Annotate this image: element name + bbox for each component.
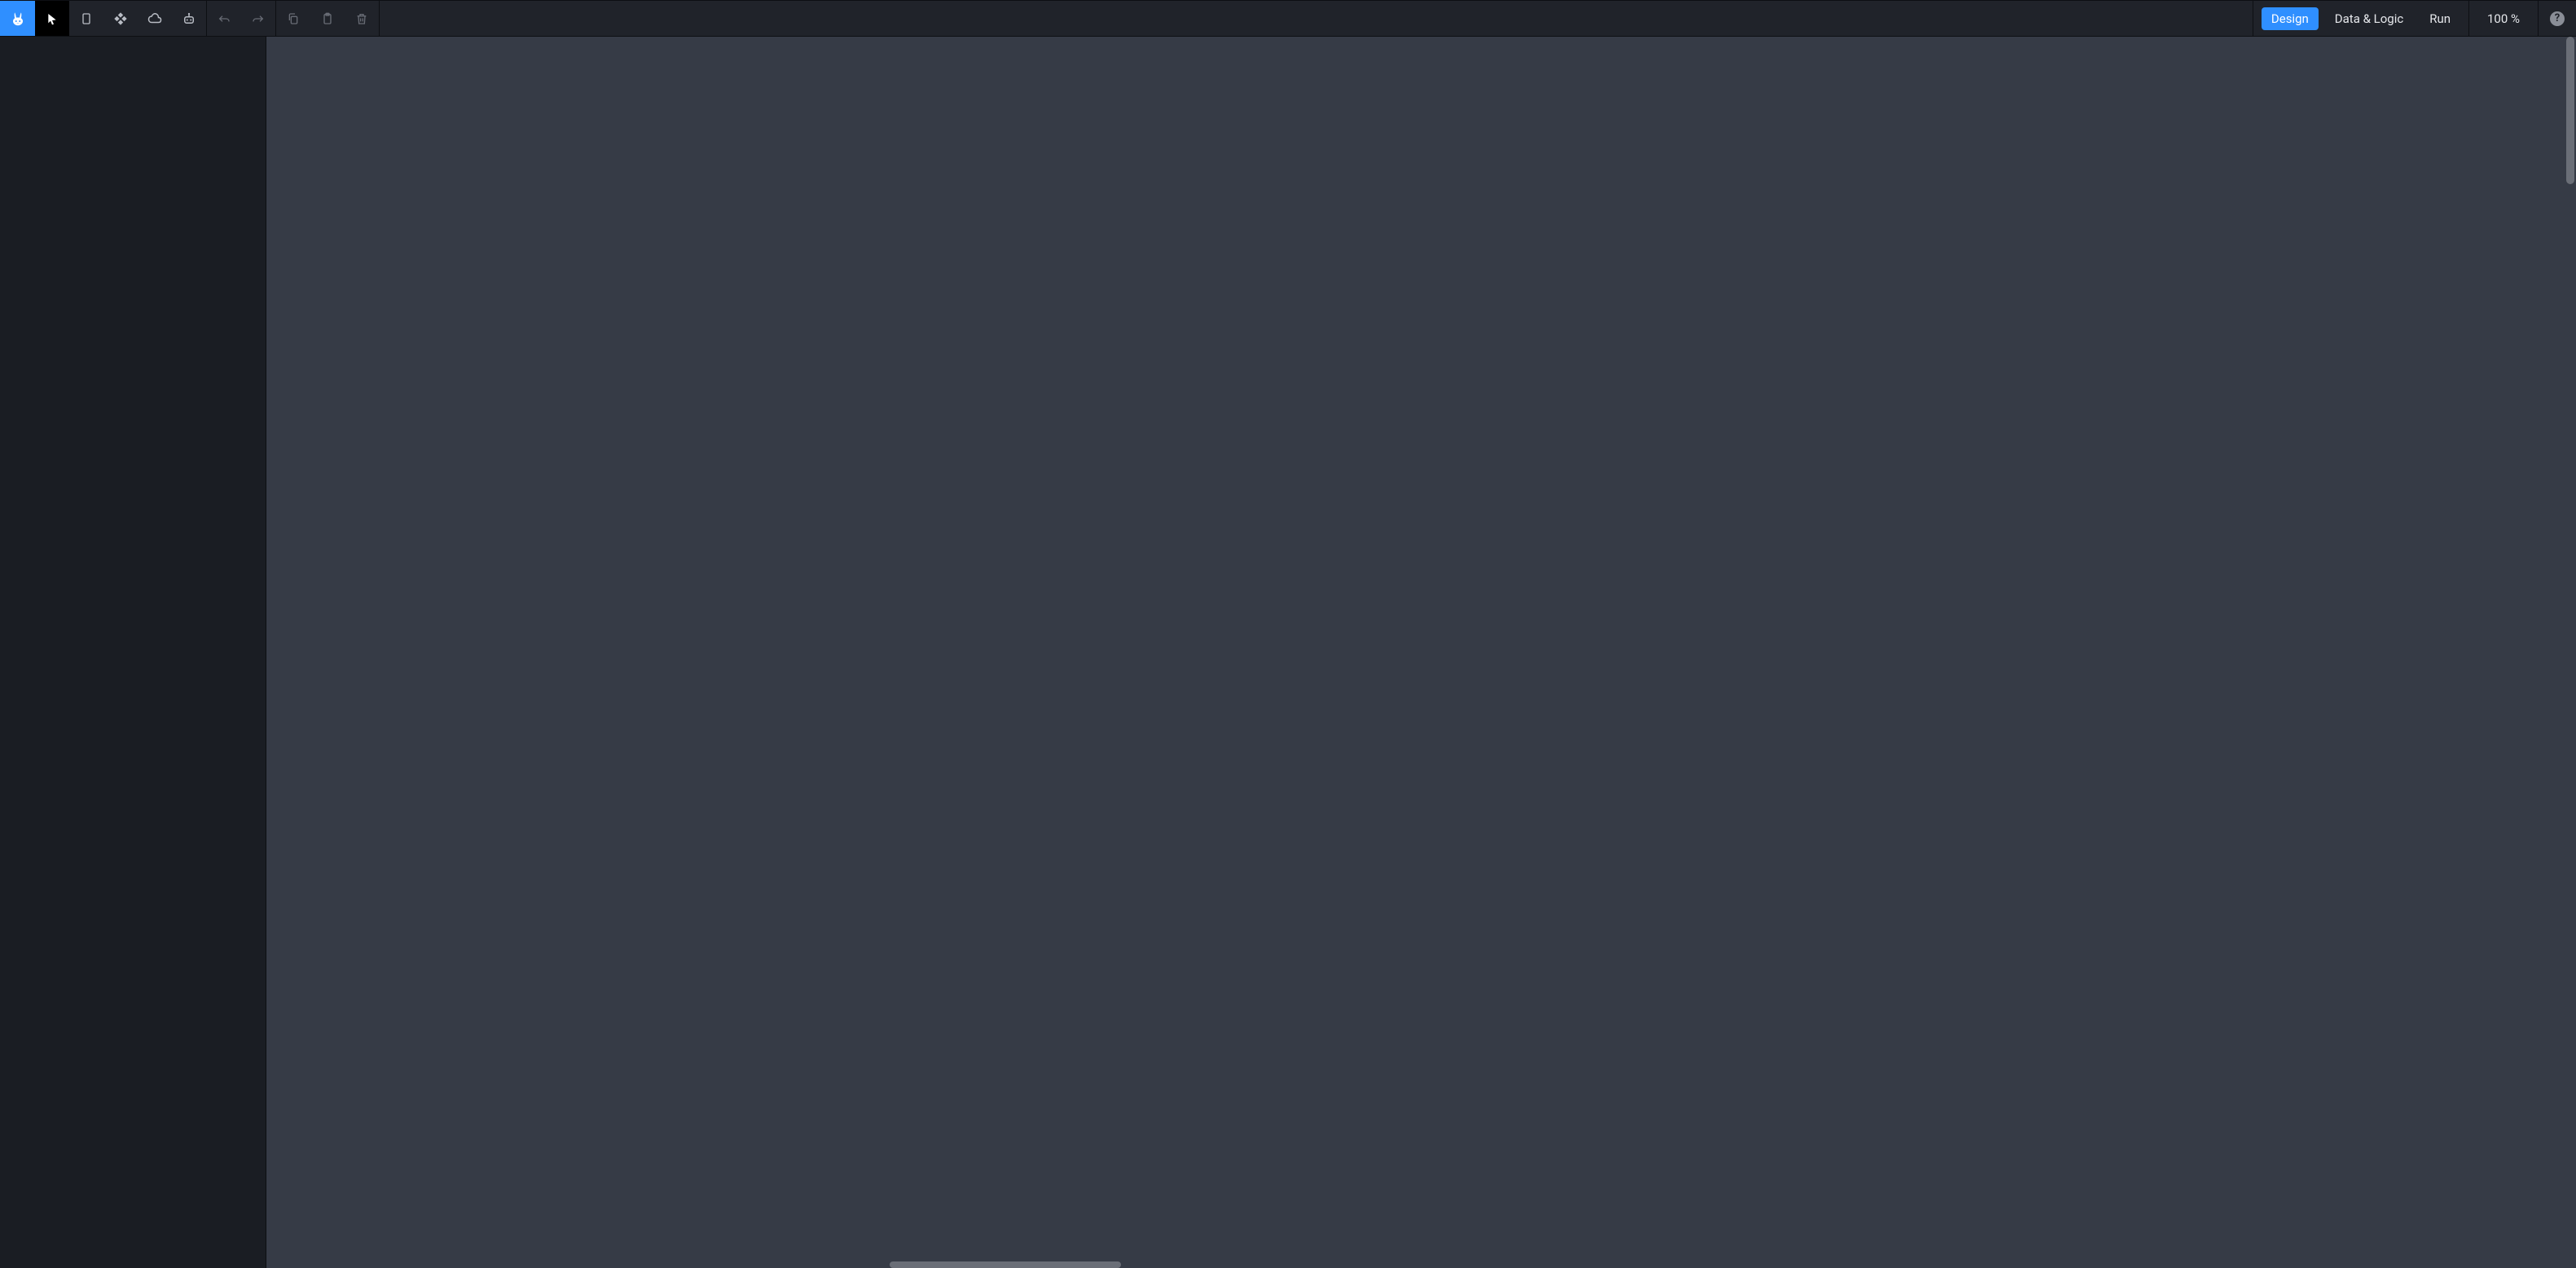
canvas[interactable]	[266, 37, 2576, 1268]
robot-icon	[182, 11, 196, 26]
zoom-indicator[interactable]: 100 %	[2469, 1, 2539, 36]
tab-run[interactable]: Run	[2420, 7, 2460, 30]
tool-group-edit	[276, 1, 380, 36]
trash-icon	[355, 12, 368, 25]
redo-button[interactable]	[241, 1, 275, 36]
cursor-icon	[46, 12, 59, 25]
components-tool[interactable]	[103, 1, 138, 36]
toolbar: Design Data & Logic Run 100 % ?	[0, 0, 2576, 37]
undo-button[interactable]	[207, 1, 241, 36]
help-box: ?	[2539, 1, 2576, 36]
redo-icon	[252, 12, 265, 25]
tool-group-main	[35, 1, 207, 36]
toolbar-spacer	[380, 1, 2253, 36]
tab-data-logic[interactable]: Data & Logic	[2325, 7, 2413, 30]
components-icon	[113, 11, 128, 26]
page-icon	[80, 12, 93, 25]
logo-button[interactable]	[0, 1, 35, 36]
tool-group-history	[207, 1, 276, 36]
tab-design[interactable]: Design	[2262, 7, 2319, 30]
undo-icon	[218, 12, 231, 25]
mode-tabs: Design Data & Logic Run	[2253, 1, 2469, 36]
select-tool[interactable]	[35, 1, 69, 36]
copy-button[interactable]	[276, 1, 310, 36]
copy-icon	[287, 12, 300, 25]
help-button[interactable]: ?	[2550, 11, 2565, 26]
cloud-tool[interactable]	[138, 1, 172, 36]
bunny-logo-icon	[11, 11, 25, 26]
horizontal-scrollbar[interactable]	[890, 1261, 1121, 1268]
sidebar	[0, 37, 266, 1268]
paste-button[interactable]	[310, 1, 345, 36]
workarea	[0, 37, 2576, 1268]
cloud-icon	[147, 11, 162, 26]
delete-button[interactable]	[345, 1, 379, 36]
ai-tool[interactable]	[172, 1, 206, 36]
clipboard-icon	[321, 12, 334, 25]
page-tool[interactable]	[69, 1, 103, 36]
vertical-scrollbar[interactable]	[2566, 37, 2574, 184]
